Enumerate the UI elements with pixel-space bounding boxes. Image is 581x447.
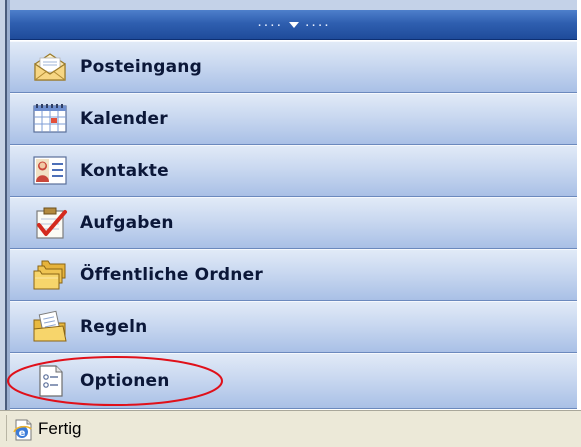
ie-page-icon: e [13,419,32,441]
status-bar: e Fertig [0,410,581,447]
nav-label-regeln: Regeln [80,317,148,337]
status-text: Fertig [38,419,82,438]
grip-dots-left: .... [256,19,283,29]
navigation-pane-splitter[interactable]: .... .... [10,10,577,40]
nav-button-optionen[interactable]: Optionen [10,353,577,409]
nav-button-kontakte[interactable]: Kontakte [10,145,577,197]
calendar-icon [33,104,67,133]
pane-top-strip [10,0,577,10]
navigation-pane-buttons: Posteingang Kalender Kontakte Aufgaben Ö… [10,41,577,409]
rules-folder-icon [33,310,67,342]
nav-label-kalender: Kalender [80,109,168,129]
nav-label-aufgaben: Aufgaben [80,213,174,233]
svg-text:e: e [19,428,26,439]
envelope-icon [34,53,66,81]
window-left-border [0,0,10,410]
options-document-icon [39,365,63,397]
grip-dots-right: .... [304,19,331,29]
splitter-grip[interactable]: .... .... [257,20,330,29]
nav-button-oeffentliche-ordner[interactable]: Öffentliche Ordner [10,249,577,301]
contact-card-icon [33,156,67,185]
public-folders-icon [33,260,66,290]
nav-button-aufgaben[interactable]: Aufgaben [10,197,577,249]
nav-label-kontakte: Kontakte [80,161,169,181]
nav-label-oeffentliche-ordner: Öffentliche Ordner [80,265,263,285]
nav-button-posteingang[interactable]: Posteingang [10,41,577,93]
nav-button-regeln[interactable]: Regeln [10,301,577,353]
nav-button-kalender[interactable]: Kalender [10,93,577,145]
window-right-border [577,0,581,410]
status-bar-separator [0,415,7,441]
chevron-down-icon[interactable] [288,21,299,28]
nav-label-posteingang: Posteingang [80,57,202,77]
task-checkmark-icon [36,207,67,239]
nav-label-optionen: Optionen [80,371,170,391]
